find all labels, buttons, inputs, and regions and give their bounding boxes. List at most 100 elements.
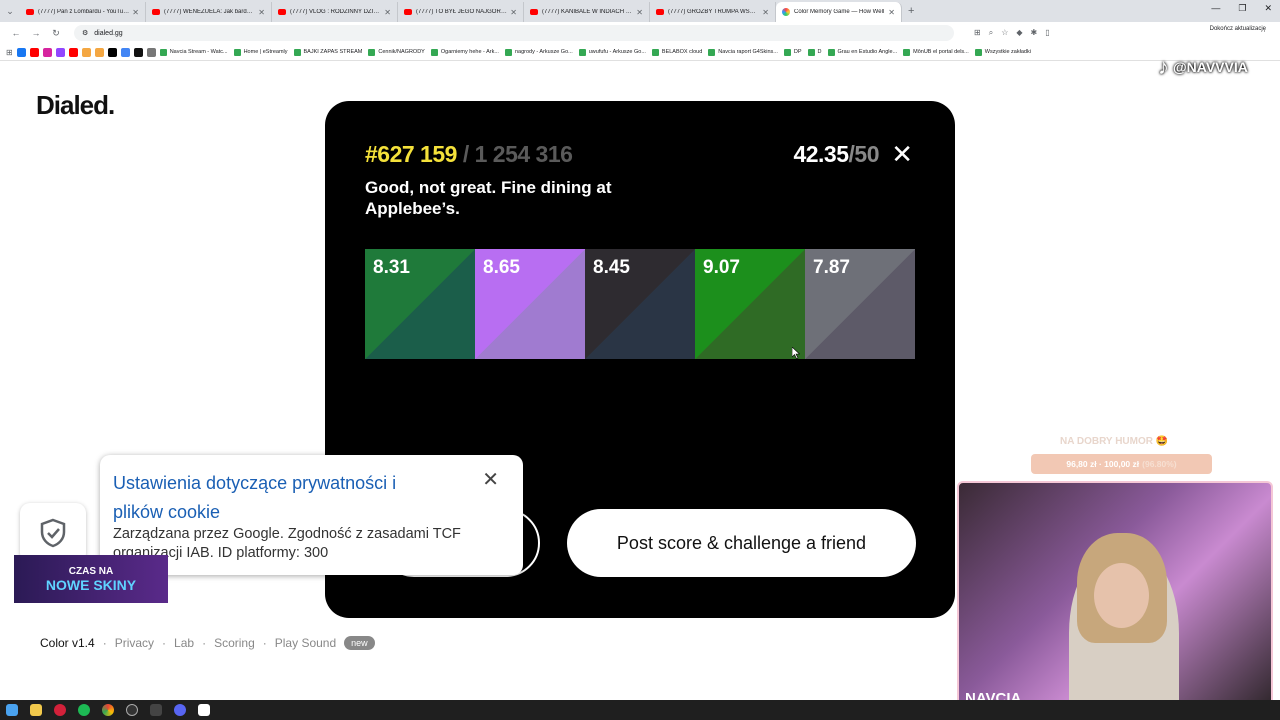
- bookmark-label: Navcia raport G4Skins...: [718, 49, 778, 55]
- close-icon[interactable]: ✕: [891, 141, 913, 167]
- bookmark-item[interactable]: uwufufu - Arkusze Go...: [578, 48, 646, 56]
- bookmark-label: Cennik/NAGRODY: [378, 49, 425, 55]
- browser-tab[interactable]: (7777) KANIBALE W INDIACH - D ✕: [524, 2, 650, 22]
- close-tab-icon[interactable]: ✕: [384, 8, 391, 17]
- discord-icon[interactable]: [174, 704, 186, 716]
- twitch-icon[interactable]: [55, 47, 65, 57]
- browser-tab[interactable]: Color Memory Game — How Well ✕: [776, 2, 902, 22]
- site-logo[interactable]: Dialed.: [36, 90, 115, 121]
- browser-tab[interactable]: (7777) GROŹBY TRUMPA WSTRZ ✕: [650, 2, 776, 22]
- bookmark-item[interactable]: Ogarniemy hehe - Ark...: [430, 48, 499, 56]
- file-explorer-icon[interactable]: [30, 704, 42, 716]
- spotify-icon[interactable]: [78, 704, 90, 716]
- youtube-icon[interactable]: [29, 47, 39, 57]
- close-tab-icon[interactable]: ✕: [510, 8, 517, 17]
- browser-tab[interactable]: (7777) VLOG : RODZINNY DZIEŃ ✕: [272, 2, 398, 22]
- site-info-icon[interactable]: ⚙: [82, 29, 88, 37]
- bookmark-label: D: [817, 49, 822, 55]
- capcut-icon[interactable]: [198, 704, 210, 716]
- bookmark-item[interactable]: Navcia raport G4Skins...: [708, 48, 778, 56]
- minimize-icon[interactable]: —: [1211, 3, 1220, 14]
- youtube-icon[interactable]: [68, 47, 78, 57]
- url-text: dialed.gg: [94, 29, 123, 37]
- footer-link-play-sound[interactable]: Play Sound: [275, 636, 336, 650]
- close-tab-icon[interactable]: ✕: [132, 8, 139, 17]
- bookmark-icon: [430, 48, 438, 56]
- facebook-icon[interactable]: [16, 47, 26, 57]
- maximize-icon[interactable]: ❐: [1238, 3, 1246, 14]
- close-tab-icon[interactable]: ✕: [762, 8, 769, 17]
- tiktok-icon[interactable]: [133, 47, 143, 57]
- footer-separator: ·: [262, 636, 267, 650]
- bookmark-icon: [827, 48, 835, 56]
- puzzle-icon[interactable]: ✱: [1031, 28, 1038, 38]
- footer-link-lab[interactable]: Lab: [174, 636, 194, 650]
- new-tab-button[interactable]: +: [902, 5, 920, 17]
- cookie-title[interactable]: Ustawienia dotyczące prywatności i plikó…: [113, 469, 443, 527]
- close-window-icon[interactable]: ✕: [1264, 3, 1272, 14]
- close-tab-icon[interactable]: ✕: [258, 8, 265, 17]
- windows-start-icon[interactable]: [6, 704, 18, 716]
- mouse-cursor-icon: [792, 347, 800, 359]
- bookmark-item[interactable]: D: [807, 48, 822, 56]
- youtube-icon: [152, 9, 160, 15]
- privacy-shield-button[interactable]: [20, 503, 86, 563]
- bookmark-item[interactable]: Cennik/NAGRODY: [368, 48, 425, 56]
- tab-search-icon[interactable]: ⌄: [0, 6, 20, 17]
- close-icon[interactable]: ✕: [482, 467, 499, 492]
- close-tab-icon[interactable]: ✕: [636, 8, 643, 17]
- footer-link-privacy[interactable]: Privacy: [115, 636, 154, 650]
- close-tab-icon[interactable]: ✕: [888, 8, 895, 17]
- install-icon[interactable]: ⊞: [974, 28, 981, 38]
- bookmark-label: Navcia Stream - Watc...: [169, 49, 228, 55]
- bookmark-item[interactable]: DP: [783, 48, 802, 56]
- youtube-icon: [530, 9, 538, 15]
- browser-tab[interactable]: (7777) TO BYŁ JEGO NAJGORSZY ✕: [398, 2, 524, 22]
- bookmark-item[interactable]: nagrody - Arkusze Go...: [504, 48, 573, 56]
- apps-icon[interactable]: ⊞: [6, 48, 13, 57]
- terminal-icon[interactable]: [150, 704, 162, 716]
- donation-goal-percent: (96.80%): [1142, 459, 1177, 469]
- opera-icon[interactable]: [54, 704, 66, 716]
- zoom-icon[interactable]: ⌕: [989, 28, 993, 38]
- bookmark-icon: [233, 48, 241, 56]
- bookmark-item[interactable]: Grau en Estudio Angle...: [827, 48, 897, 56]
- bookmark-icon: [807, 48, 815, 56]
- bookmark-label: Wszystkie zakładki: [984, 49, 1031, 55]
- bookmark-item[interactable]: BAJKI ZAPAS STREAM: [293, 48, 362, 56]
- update-button[interactable]: Dokończ aktualizację: [1210, 26, 1266, 32]
- chrome-icon[interactable]: [102, 704, 114, 716]
- sidepanel-icon[interactable]: ▯: [1045, 28, 1049, 38]
- bookmark-item[interactable]: BELABOX cloud: [651, 48, 703, 56]
- back-icon[interactable]: ←: [6, 28, 26, 38]
- bookmark-item[interactable]: MônUB el portal dels...: [903, 48, 969, 56]
- round-swatch: 8.45: [585, 249, 695, 359]
- bookmark-item[interactable]: Wszystkie zakładki: [974, 48, 1031, 56]
- bookmark-item[interactable]: Navcia Stream - Watc...: [159, 48, 228, 56]
- browser-tab[interactable]: (7777) Pan z Lombardu - YouTube ✕: [20, 2, 146, 22]
- rank-display: #627 159 / 1 254 316: [365, 141, 573, 168]
- star-icon[interactable]: ☆: [1001, 28, 1008, 38]
- bookmark-label: uwufufu - Arkusze Go...: [588, 49, 646, 55]
- bookmark-item[interactable]: Home | eStreamly: [233, 48, 288, 56]
- post-score-button[interactable]: Post score & challenge a friend: [567, 509, 916, 577]
- reload-icon[interactable]: ↻: [46, 28, 66, 39]
- footer-link-scoring[interactable]: Scoring: [214, 636, 255, 650]
- bookmarks-bar: ⊞ Navcia Stream - Watc... Home | eStreaml…: [0, 44, 1280, 61]
- url-input[interactable]: ⚙ dialed.gg: [74, 25, 954, 41]
- bookmark-icon[interactable]: [120, 47, 130, 57]
- round-swatch: 8.31: [365, 249, 475, 359]
- bookmark-icon[interactable]: [94, 47, 104, 57]
- tab-title: Color Memory Game — How Well: [794, 9, 885, 15]
- obs-icon[interactable]: [126, 704, 138, 716]
- player-rank: #627 159: [365, 141, 457, 167]
- footer-separator: ·: [102, 636, 107, 650]
- forward-icon[interactable]: →: [26, 28, 46, 38]
- bookmark-label: BELABOX cloud: [661, 49, 703, 55]
- instagram-icon[interactable]: [42, 47, 52, 57]
- bookmark-icon[interactable]: [146, 47, 156, 57]
- bookmark-icon[interactable]: [81, 47, 91, 57]
- x-icon[interactable]: [107, 47, 117, 57]
- browser-tab[interactable]: (7777) WENEZUELA: Jak bardzo je ✕: [146, 2, 272, 22]
- extension-icon[interactable]: ◆: [1016, 28, 1022, 38]
